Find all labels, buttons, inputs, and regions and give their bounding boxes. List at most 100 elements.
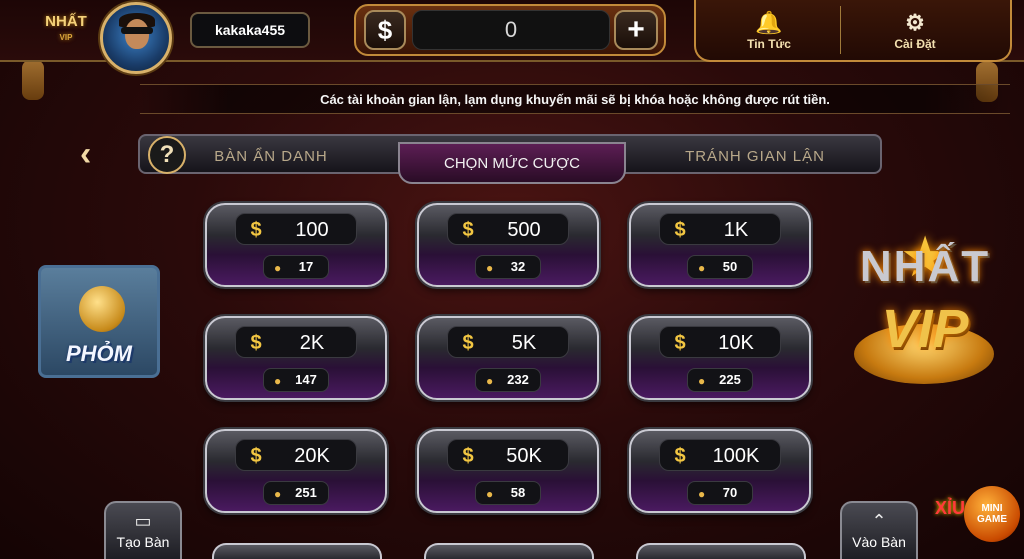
- user-icon: ●: [486, 487, 494, 501]
- create-table-button[interactable]: ▭ Tạo Bàn: [104, 501, 182, 559]
- currency-icon: $: [364, 10, 406, 50]
- player-count: 251: [295, 485, 317, 500]
- dollar-icon: $: [250, 332, 262, 354]
- bet-amount-box: $10K: [659, 326, 781, 358]
- bet-amount-box: $1K: [659, 213, 781, 245]
- bet-amount: 10K: [718, 332, 754, 354]
- vip-logo-line2: VIP: [881, 299, 969, 359]
- player-count: 70: [722, 485, 738, 500]
- player-count-box: ● 70: [687, 481, 753, 505]
- bet-amount-box: $5K: [447, 326, 569, 358]
- tab-anti-cheat[interactable]: TRÁNH GIAN LẬN: [640, 136, 870, 176]
- player-count: 225: [719, 372, 741, 387]
- minigame-button[interactable]: XỈU MINI GAME: [928, 486, 1020, 556]
- chevron-up-icon: ⌃: [871, 511, 887, 531]
- add-funds-button[interactable]: +: [614, 10, 658, 50]
- player-count-box: ● 251: [263, 481, 329, 505]
- settings-button[interactable]: ⚙ Cài Đặt: [842, 2, 988, 60]
- avatar-glasses: [121, 27, 153, 34]
- bet-amount: 500: [507, 219, 541, 241]
- dollar-icon: $: [674, 445, 686, 467]
- dollar-icon: $: [250, 219, 262, 241]
- player-count-box: ● 225: [687, 368, 753, 392]
- tab-choose-bet[interactable]: CHỌN MỨC CƯỢC: [398, 142, 626, 184]
- bet-amount: 20K: [294, 445, 330, 467]
- player-count-box: ● 50: [687, 255, 753, 279]
- minigame-ball-icon: MINI GAME: [964, 486, 1020, 542]
- bet-amount-box: $20K: [235, 439, 357, 471]
- game-title: PHỎM: [66, 341, 132, 366]
- player-count: 17: [298, 259, 314, 274]
- avatar[interactable]: [100, 2, 172, 74]
- lantern-decoration-left: [22, 60, 44, 100]
- user-icon: ●: [698, 261, 706, 275]
- bet-card[interactable]: $10K ● 225: [629, 316, 811, 400]
- dollar-icon: $: [462, 445, 474, 467]
- user-icon: ●: [698, 374, 706, 388]
- brand-logo-text: NHẤT: [45, 13, 87, 30]
- bet-amount: 100: [295, 219, 329, 241]
- news-button-label: Tin Tức: [747, 37, 791, 51]
- minigame-label-line2: GAME: [977, 514, 1007, 525]
- dollar-icon: $: [250, 445, 262, 467]
- user-icon: ●: [274, 261, 282, 275]
- dollar-icon: $: [462, 332, 474, 354]
- bet-card[interactable]: $100 ● 17: [205, 203, 387, 287]
- create-table-label: Tạo Bàn: [116, 534, 170, 550]
- user-icon: ●: [274, 487, 282, 501]
- username-label: kakaka455: [190, 12, 310, 48]
- bet-amount: 50K: [506, 445, 542, 467]
- bet-card[interactable]: $50K ● 58: [417, 429, 599, 513]
- player-count: 58: [510, 485, 526, 500]
- player-count-box: ● 58: [475, 481, 541, 505]
- bet-amount-box: $500: [447, 213, 569, 245]
- gear-icon: ⚙: [905, 10, 925, 35]
- user-icon: ●: [486, 261, 494, 275]
- bet-card[interactable]: $100K ● 70: [629, 429, 811, 513]
- player-count-box: ● 17: [263, 255, 329, 279]
- news-button[interactable]: 🔔 Tin Tức: [696, 2, 842, 60]
- help-button[interactable]: ?: [148, 136, 186, 174]
- player-count-box: ● 147: [263, 368, 329, 392]
- bet-amount-box: $100K: [659, 439, 781, 471]
- dollar-icon: $: [674, 219, 686, 241]
- bet-card[interactable]: $5K ● 232: [417, 316, 599, 400]
- join-table-button[interactable]: ⌃ Vào Bàn: [840, 501, 918, 559]
- minigame-label-line1: MINI: [981, 503, 1003, 514]
- bet-card[interactable]: $20K ● 251: [205, 429, 387, 513]
- user-icon: ●: [698, 487, 706, 501]
- vip-logo: ★ NHẤT VIP: [840, 220, 1010, 410]
- balance-value: 0: [412, 10, 610, 50]
- game-tile-phom[interactable]: PHỎM: [38, 265, 160, 378]
- bet-card[interactable]: $1K ● 50: [629, 203, 811, 287]
- dollar-icon: $: [674, 332, 686, 354]
- user-icon: ●: [486, 374, 494, 388]
- table-icon: ▭: [134, 511, 152, 531]
- bet-amount: 100K: [712, 445, 760, 467]
- player-count-box: ● 232: [475, 368, 541, 392]
- join-table-label: Vào Bàn: [852, 534, 906, 550]
- player-count-box: ● 32: [475, 255, 541, 279]
- dollar-icon: $: [462, 219, 474, 241]
- bell-icon: 🔔: [755, 10, 783, 35]
- bet-card-partial: [424, 543, 594, 559]
- bet-amount: 2K: [299, 332, 325, 354]
- bet-amount-box: $50K: [447, 439, 569, 471]
- brand-logo-sub: VIP: [59, 33, 73, 42]
- bet-amount-box: $2K: [235, 326, 357, 358]
- bet-card[interactable]: $2K ● 147: [205, 316, 387, 400]
- bet-card-partial: [212, 543, 382, 559]
- bet-card[interactable]: $500 ● 32: [417, 203, 599, 287]
- player-count: 232: [507, 372, 529, 387]
- brand-logo: NHẤT VIP: [40, 14, 92, 50]
- user-icon: ●: [274, 374, 282, 388]
- tab-anonymous-table[interactable]: BÀN ẨN DANH: [196, 136, 346, 176]
- bet-amount-box: $100: [235, 213, 357, 245]
- player-count: 50: [722, 259, 738, 274]
- back-button[interactable]: ‹: [80, 134, 110, 174]
- vip-logo-line1: NHẤT: [859, 242, 991, 291]
- player-count: 32: [510, 259, 526, 274]
- notice-banner: Các tài khoản gian lận, lạm dụng khuyến …: [140, 84, 1010, 114]
- bet-amount: 5K: [511, 332, 537, 354]
- settings-button-label: Cài Đặt: [894, 37, 936, 51]
